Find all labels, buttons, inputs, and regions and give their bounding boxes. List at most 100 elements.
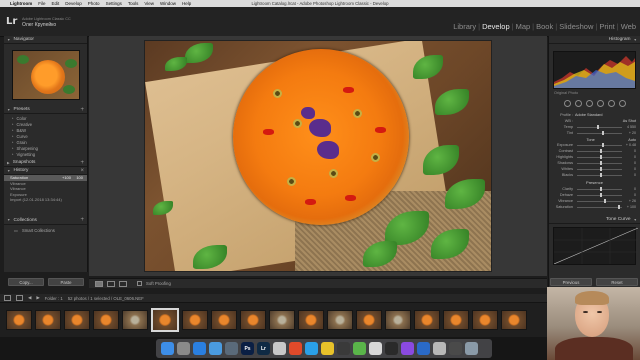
- filmstrip-thumb[interactable]: [211, 310, 237, 330]
- soft-proofing-checkbox[interactable]: [137, 281, 142, 286]
- add-preset-icon[interactable]: +: [80, 107, 84, 113]
- filmstrip-thumb[interactable]: [240, 310, 266, 330]
- menu-view[interactable]: View: [144, 1, 154, 6]
- copy-button[interactable]: Copy...: [8, 278, 44, 286]
- mail-icon[interactable]: [209, 342, 222, 355]
- navigator-header[interactable]: ▼ Navigator: [4, 36, 87, 44]
- filmstrip-thumb[interactable]: [443, 310, 469, 330]
- filmstrip-thumb[interactable]: [327, 310, 353, 330]
- chrome-icon[interactable]: [289, 342, 302, 355]
- filmstrip-thumb[interactable]: [472, 310, 498, 330]
- slider-value[interactable]: 0: [624, 173, 636, 177]
- module-print[interactable]: Print: [599, 22, 614, 31]
- app-icon-6[interactable]: [385, 342, 398, 355]
- module-book[interactable]: Book: [536, 22, 553, 31]
- exposure-slider[interactable]: [577, 143, 622, 147]
- app-icon-3[interactable]: [337, 342, 350, 355]
- loupe-view-icon[interactable]: [95, 280, 103, 287]
- filmstrip-thumb[interactable]: [122, 310, 148, 330]
- before-after-options-icon[interactable]: [119, 280, 127, 287]
- app-icon-8[interactable]: [417, 342, 430, 355]
- collections-header[interactable]: ▼ Collections +: [4, 216, 87, 225]
- slider-value[interactable]: 0: [624, 187, 636, 191]
- filmstrip-thumb[interactable]: [414, 310, 440, 330]
- module-web[interactable]: Web: [621, 22, 636, 31]
- graduated-filter-icon[interactable]: [596, 100, 604, 107]
- filmstrip-thumb[interactable]: [6, 310, 32, 330]
- contrast-slider[interactable]: [577, 149, 622, 153]
- skype-icon[interactable]: [305, 342, 318, 355]
- slider-value[interactable]: 0: [624, 167, 636, 171]
- filmstrip-thumb[interactable]: [93, 310, 119, 330]
- slider-value[interactable]: + 0.48: [624, 143, 636, 147]
- module-map[interactable]: Map: [516, 22, 531, 31]
- add-collection-icon[interactable]: +: [80, 217, 84, 223]
- filmstrip-thumb[interactable]: [356, 310, 382, 330]
- histogram-graph[interactable]: [553, 51, 636, 89]
- menu-tools[interactable]: Tools: [128, 1, 139, 6]
- menu-help[interactable]: Help: [182, 1, 191, 6]
- preset-group[interactable]: Vignetting: [12, 151, 81, 157]
- slider-value[interactable]: + 100: [624, 205, 636, 209]
- photoshop-icon[interactable]: Ps: [241, 342, 254, 355]
- slider-value[interactable]: 0: [624, 149, 636, 153]
- menu-settings[interactable]: Settings: [106, 1, 122, 6]
- add-snapshot-icon[interactable]: +: [80, 160, 84, 166]
- whites-slider[interactable]: [577, 167, 622, 171]
- safari-icon[interactable]: [193, 342, 206, 355]
- histogram-header[interactable]: Histogram ▼: [549, 36, 640, 44]
- wb-select[interactable]: As Shot: [623, 119, 636, 123]
- tint-slider[interactable]: [577, 131, 622, 135]
- module-develop[interactable]: Develop: [482, 22, 510, 31]
- app-icon-5[interactable]: [369, 342, 382, 355]
- filmstrip-thumb-selected[interactable]: [151, 308, 179, 332]
- launchpad-icon[interactable]: [177, 342, 190, 355]
- crop-tool-icon[interactable]: [563, 100, 571, 107]
- clarity-slider[interactable]: [577, 187, 622, 191]
- photo-preview[interactable]: [144, 40, 492, 272]
- presets-header[interactable]: ▼ Presets +: [4, 106, 87, 114]
- saturation-slider[interactable]: [577, 205, 622, 209]
- app-menu[interactable]: Lightroom: [10, 1, 32, 6]
- tone-curve-header[interactable]: Tone Curve ▼: [549, 216, 640, 224]
- menu-edit[interactable]: Edit: [52, 1, 60, 6]
- filmstrip-thumb[interactable]: [298, 310, 324, 330]
- finder-folder-icon[interactable]: [225, 342, 238, 355]
- trash-icon[interactable]: [465, 342, 478, 355]
- dehaze-slider[interactable]: [577, 193, 622, 197]
- menu-photo[interactable]: Photo: [88, 1, 100, 6]
- app-icon-4[interactable]: [353, 342, 366, 355]
- menu-develop[interactable]: Develop: [65, 1, 82, 6]
- image-canvas[interactable]: [89, 36, 547, 276]
- temp-slider[interactable]: [577, 125, 622, 129]
- previous-button[interactable]: Previous: [550, 278, 592, 286]
- filmstrip-thumb[interactable]: [269, 310, 295, 330]
- spot-removal-icon[interactable]: [574, 100, 582, 107]
- tone-curve-graph[interactable]: [553, 227, 639, 265]
- lightroom-icon[interactable]: Lr: [257, 342, 270, 355]
- finder-icon[interactable]: [161, 342, 174, 355]
- slider-value[interactable]: 4 550: [624, 125, 636, 129]
- red-eye-icon[interactable]: [585, 100, 593, 107]
- before-after-icon[interactable]: [107, 280, 115, 287]
- tone-auto-button[interactable]: Auto: [628, 138, 636, 142]
- app-icon-9[interactable]: [433, 342, 446, 355]
- app-icon-2[interactable]: [321, 342, 334, 355]
- secondary-display-icon[interactable]: [4, 295, 11, 301]
- menu-window[interactable]: Window: [160, 1, 176, 6]
- paste-button[interactable]: Paste: [48, 278, 84, 286]
- brush-icon[interactable]: [618, 100, 626, 107]
- slider-value[interactable]: + 20: [624, 131, 636, 135]
- slider-value[interactable]: 0: [624, 155, 636, 159]
- radial-filter-icon[interactable]: [607, 100, 615, 107]
- smart-collections-item[interactable]: ▭ Smart Collections: [4, 225, 87, 236]
- vibrance-slider[interactable]: [577, 199, 622, 203]
- filmstrip-thumb[interactable]: [385, 310, 411, 330]
- module-slideshow[interactable]: Slideshow: [559, 22, 593, 31]
- forward-arrow-icon[interactable]: ▶: [36, 295, 39, 301]
- history-header[interactable]: ▼ History ×: [4, 167, 87, 175]
- reset-button[interactable]: Reset: [596, 278, 638, 286]
- clear-history-icon[interactable]: ×: [80, 168, 84, 174]
- slider-value[interactable]: 0: [624, 161, 636, 165]
- filmstrip-thumb[interactable]: [64, 310, 90, 330]
